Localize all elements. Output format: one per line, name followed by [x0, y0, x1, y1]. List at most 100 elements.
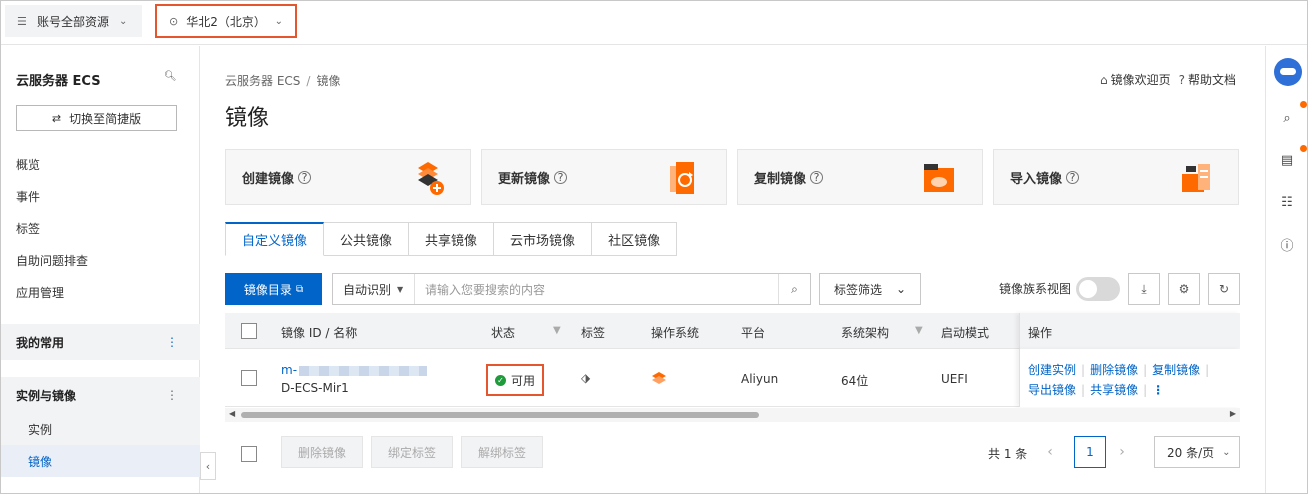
next-page-button[interactable]: ›: [1106, 436, 1138, 468]
import-image-card[interactable]: 导入镜像?: [993, 149, 1239, 205]
tag-icon[interactable]: ⬗: [581, 371, 590, 385]
help-docs-label: 帮助文档: [1187, 73, 1236, 87]
card-label: 更新镜像: [498, 171, 551, 187]
image-name: D-ECS-Mir1: [281, 381, 349, 395]
book-icon[interactable]: ▤: [1275, 148, 1299, 172]
account-resource-selector[interactable]: ☰ 账号全部资源 ⌄: [5, 5, 142, 37]
column-status: 状态 ▼: [491, 324, 561, 341]
status-badge: ✓ 可用: [486, 364, 544, 396]
select-all-checkbox[interactable]: [241, 323, 257, 339]
horizontal-scrollbar[interactable]: ◀ ▶: [225, 408, 1240, 422]
tab-community-images[interactable]: 社区镜像: [592, 222, 678, 256]
row-actions-line1: 创建实例 | 删除镜像 | 复制镜像 |: [1028, 363, 1210, 377]
chevron-down-icon: ⌄: [119, 15, 128, 27]
check-circle-icon: ✓: [494, 374, 506, 386]
sidebar: 云服务器 ECS 🔍︎ ⇄ 切换至简捷版 概览 事件 标签 自助问题排查 应用管…: [1, 46, 200, 493]
column-architecture: 系统架构: [841, 326, 890, 340]
question-icon: ?: [1178, 73, 1185, 87]
search-mode-label: 自动识别: [343, 282, 392, 297]
column-os: 操作系统: [651, 326, 700, 340]
notification-dot: [1300, 101, 1307, 108]
batch-unbind-tag-button[interactable]: 解绑标签: [461, 436, 543, 468]
caret-down-icon: ▼: [397, 284, 404, 294]
region-selector[interactable]: ⊙ 华北2（北京） ⌄: [155, 4, 297, 38]
more-actions-icon[interactable]: ⋮: [1152, 383, 1164, 397]
batch-bind-tag-button[interactable]: 绑定标签: [371, 436, 453, 468]
tab-marketplace-images[interactable]: 云市场镜像: [494, 222, 593, 256]
checklist-icon[interactable]: ☷: [1275, 190, 1299, 214]
family-view-label: 镜像族系视图: [999, 282, 1072, 296]
sidebar-item-events[interactable]: 事件: [16, 188, 40, 205]
page-size-select[interactable]: 20 条/页 ⌄: [1154, 436, 1240, 468]
scroll-right-arrow-icon[interactable]: ▶: [1230, 409, 1236, 418]
update-image-card[interactable]: 更新镜像?: [481, 149, 727, 205]
header-links: ⌂ 镜像欢迎页 ? 帮助文档: [1100, 71, 1236, 88]
sidebar-item-instances[interactable]: 实例: [1, 413, 200, 445]
search-icon[interactable]: ⌕: [778, 274, 810, 304]
card-label: 导入镜像: [1010, 171, 1063, 187]
help-docs-link[interactable]: ? 帮助文档: [1179, 71, 1236, 88]
copy-image-link[interactable]: 复制镜像: [1152, 363, 1200, 377]
os-layers-icon: [652, 372, 666, 384]
breadcrumb-images: 镜像: [316, 74, 341, 88]
footer-select-all-checkbox[interactable]: [241, 446, 257, 462]
search-input[interactable]: 请输入您要搜索的内容: [415, 281, 778, 298]
sidebar-item-app-management[interactable]: 应用管理: [16, 284, 64, 301]
more-icon[interactable]: ⋮: [166, 335, 178, 349]
tab-public-images[interactable]: 公共镜像: [324, 222, 410, 256]
welcome-page-link[interactable]: ⌂ 镜像欢迎页: [1100, 71, 1171, 88]
question-icon[interactable]: ?: [554, 170, 568, 184]
sidebar-item-images[interactable]: 镜像: [1, 445, 200, 477]
batch-delete-image-button[interactable]: 删除镜像: [281, 436, 363, 468]
tab-shared-images[interactable]: 共享镜像: [409, 222, 495, 256]
gear-icon[interactable]: ⚙: [1168, 273, 1200, 305]
top-bar: ☰ 账号全部资源 ⌄ ⊙ 华北2（北京） ⌄: [1, 1, 1307, 45]
row-checkbox[interactable]: [241, 370, 257, 386]
delete-image-link[interactable]: 删除镜像: [1090, 363, 1138, 377]
question-icon[interactable]: ?: [1066, 170, 1080, 184]
family-view-toggle[interactable]: [1076, 277, 1120, 301]
external-link-icon: ⧉: [295, 283, 304, 295]
current-page-button[interactable]: 1: [1074, 436, 1106, 468]
question-icon[interactable]: ?: [810, 170, 824, 184]
search-icon[interactable]: 🔍︎: [164, 71, 177, 82]
breadcrumb-ecs[interactable]: 云服务器 ECS: [225, 74, 300, 88]
help-icon[interactable]: ⓘ: [1275, 232, 1299, 256]
swap-icon: ⇄: [51, 111, 62, 125]
question-icon[interactable]: ?: [298, 170, 312, 184]
sidebar-item-troubleshoot[interactable]: 自助问题排查: [16, 252, 88, 269]
filter-icon[interactable]: ▼: [553, 325, 561, 336]
collapse-sidebar-button[interactable]: ‹: [200, 452, 216, 480]
sidebar-group-instances-images[interactable]: 实例与镜像 ⋮: [1, 377, 200, 413]
image-id-link[interactable]: m-: [281, 363, 428, 377]
image-catalog-button[interactable]: 镜像目录 ⧉: [225, 273, 322, 305]
card-label: 复制镜像: [754, 171, 807, 187]
export-image-link[interactable]: 导出镜像: [1028, 383, 1076, 397]
breadcrumb: 云服务器 ECS / 镜像: [225, 74, 341, 88]
create-image-card[interactable]: 创建镜像?: [225, 149, 471, 205]
scrollbar-thumb[interactable]: [241, 412, 759, 418]
search-mode-select[interactable]: 自动识别 ▼: [333, 274, 415, 304]
download-icon[interactable]: ⤓: [1128, 273, 1160, 305]
share-image-link[interactable]: 共享镜像: [1090, 383, 1138, 397]
tab-custom-images[interactable]: 自定义镜像: [225, 222, 325, 256]
prev-page-button[interactable]: ‹: [1034, 436, 1066, 468]
tag-filter-button[interactable]: 标签筛选 ⌄: [819, 273, 921, 305]
architecture-value: 64位: [841, 374, 869, 388]
filter-icon[interactable]: ▼: [915, 325, 923, 336]
image-id-prefix: m-: [281, 363, 298, 377]
create-instance-link[interactable]: 创建实例: [1028, 363, 1076, 377]
copy-image-card[interactable]: 复制镜像?: [737, 149, 983, 205]
assistant-robot-icon[interactable]: [1274, 58, 1302, 86]
sidebar-group-favorites[interactable]: 我的常用 ⋮: [1, 324, 200, 360]
more-icon[interactable]: ⋮: [166, 388, 178, 402]
switch-simple-version-button[interactable]: ⇄ 切换至简捷版: [16, 105, 177, 131]
refresh-icon[interactable]: ↻: [1208, 273, 1240, 305]
search-icon[interactable]: ⌕: [1275, 106, 1299, 130]
sidebar-item-overview[interactable]: 概览: [16, 156, 40, 173]
scroll-left-arrow-icon[interactable]: ◀: [229, 409, 235, 418]
sidebar-item-tags[interactable]: 标签: [16, 220, 40, 237]
column-tags: 标签: [581, 326, 606, 340]
folder-cloud-icon: [924, 164, 954, 192]
page-title: 镜像: [225, 106, 270, 131]
